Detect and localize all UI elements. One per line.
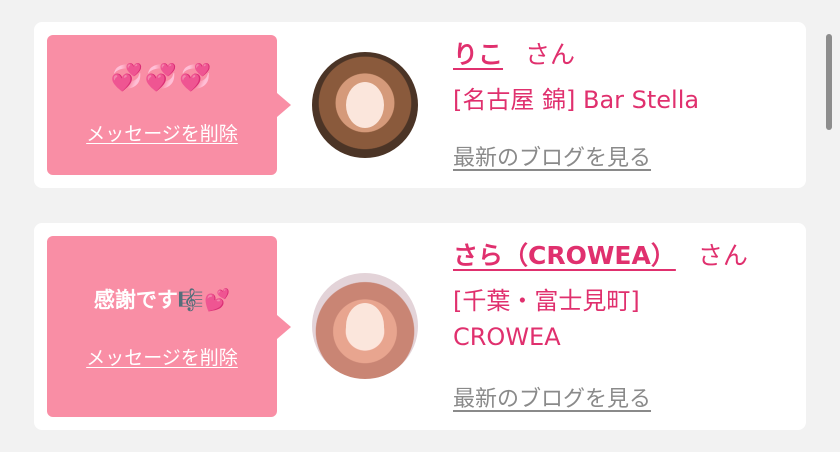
avatar-face (346, 82, 384, 128)
message-text: 💞💞💞 (110, 63, 214, 93)
avatar[interactable] (312, 273, 418, 379)
latest-blog-link[interactable]: 最新のブログを見る (453, 381, 651, 413)
message-card: 💞💞💞 メッセージを削除 りこ さん [名古屋 錦] Bar Stella 最新の… (34, 22, 806, 188)
shop-label: [名古屋 錦] Bar Stella (453, 86, 700, 114)
delete-message-link[interactable]: メッセージを削除 (47, 343, 277, 370)
honorific: さん (525, 40, 576, 69)
cast-info: りこ さん [名古屋 錦] Bar Stella 最新のブログを見る (453, 38, 796, 171)
cast-name-link[interactable]: りこ (453, 40, 503, 69)
name-row: りこ さん (453, 38, 796, 72)
cast-name-link[interactable]: さら（CROWEA） (453, 241, 676, 270)
message-bubble: 感謝です🎼💕 メッセージを削除 (47, 236, 277, 417)
honorific: さん (697, 241, 748, 270)
scrollbar[interactable] (826, 34, 832, 130)
message-card: 感謝です🎼💕 メッセージを削除 さら（CROWEA） さん [千葉・富士見町] C… (34, 223, 806, 430)
message-bubble: 💞💞💞 メッセージを削除 (47, 35, 277, 175)
message-text: 感謝です🎼💕 (93, 288, 231, 312)
latest-blog-link[interactable]: 最新のブログを見る (453, 140, 651, 172)
shop-label: [千葉・富士見町] CROWEA (453, 287, 640, 351)
delete-message-link[interactable]: メッセージを削除 (47, 119, 277, 146)
avatar-face (346, 303, 384, 349)
name-row: さら（CROWEA） さん (453, 239, 796, 273)
avatar[interactable] (312, 52, 418, 158)
cast-info: さら（CROWEA） さん [千葉・富士見町] CROWEA 最新のブログを見る (453, 239, 796, 412)
